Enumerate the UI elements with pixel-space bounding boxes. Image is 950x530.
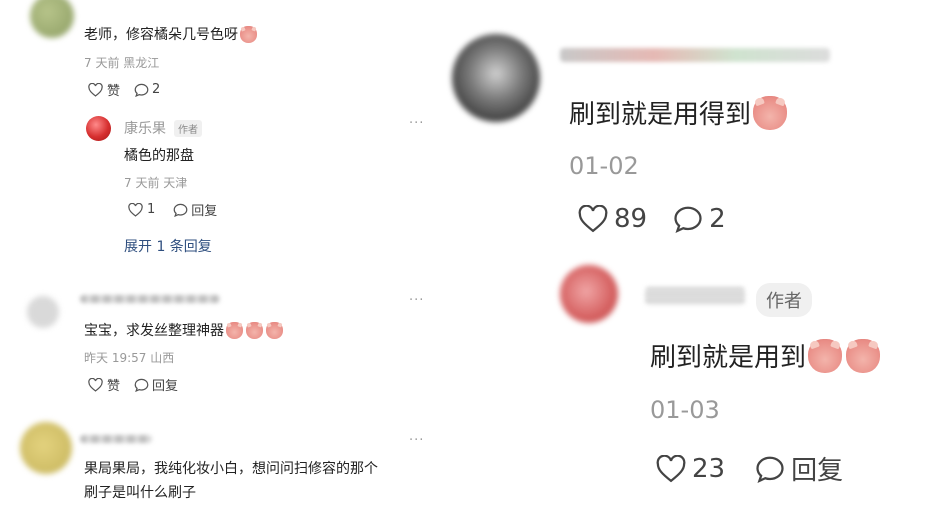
like-button[interactable]: 89 bbox=[578, 204, 647, 234]
like-button[interactable]: 赞 bbox=[88, 375, 120, 394]
zoomed-comment-2-text: 刷到就是用到 bbox=[650, 343, 807, 373]
avatar-blurred[interactable] bbox=[30, 0, 74, 38]
heart-outline-icon bbox=[88, 82, 103, 97]
like-button[interactable]: 赞 bbox=[88, 80, 120, 99]
like-count: 23 bbox=[692, 453, 726, 484]
author-avatar[interactable] bbox=[86, 116, 111, 141]
reply-button[interactable]: 回复 bbox=[173, 200, 217, 219]
reply-button[interactable]: 回复 bbox=[134, 375, 178, 394]
zoomed-comment-1-body: 刷到就是用得到 bbox=[569, 94, 788, 131]
pig-face-emoji-icon bbox=[753, 95, 788, 130]
reply-header: 康乐果 作者 bbox=[124, 118, 202, 138]
speech-bubble-icon bbox=[674, 206, 702, 233]
comment-3-text-line-1: 果局果局，我纯化妆小白，想问问扫修容的那个 bbox=[84, 461, 378, 477]
reply-meta: 7 天前 天津 bbox=[124, 176, 188, 190]
heart-outline-icon bbox=[88, 377, 103, 392]
comment-1-body: 老师，修容橘朵几号色呀 bbox=[84, 24, 257, 44]
author-avatar-blurred[interactable] bbox=[560, 265, 618, 323]
zoomed-comment-1-text: 刷到就是用得到 bbox=[569, 100, 752, 130]
expand-replies-link[interactable]: 展开 1 条回复 bbox=[124, 236, 212, 256]
comment-button[interactable]: 2 bbox=[134, 82, 160, 97]
speech-bubble-icon bbox=[173, 203, 188, 217]
speech-bubble-icon bbox=[756, 456, 784, 483]
comment-2-meta: 昨天 19:57 山西 bbox=[84, 351, 175, 365]
comment-2-body: 宝宝，求发丝整理神器 bbox=[84, 320, 283, 340]
speech-bubble-icon bbox=[134, 83, 149, 97]
heart-outline-icon bbox=[578, 205, 608, 233]
zoomed-comment-1-date: 01-02 bbox=[569, 152, 639, 180]
reply-label: 回复 bbox=[791, 456, 844, 486]
pig-face-emoji-icon bbox=[226, 321, 243, 339]
like-label: 赞 bbox=[107, 84, 121, 99]
zoomed-comment-2-date: 01-03 bbox=[650, 396, 720, 424]
like-count: 89 bbox=[614, 204, 648, 234]
zoomed-comment-2-body: 刷到就是用到 bbox=[650, 337, 881, 374]
reply-count: 2 bbox=[152, 82, 161, 97]
like-count: 1 bbox=[147, 202, 156, 217]
pig-face-emoji-icon bbox=[846, 338, 881, 373]
heart-outline-icon bbox=[128, 202, 143, 217]
username-blurred[interactable] bbox=[560, 48, 830, 62]
comment-1-actions: 赞 2 bbox=[88, 80, 160, 99]
heart-outline-icon bbox=[656, 454, 686, 482]
more-dots-icon[interactable]: ··· bbox=[409, 116, 424, 131]
avatar-blurred[interactable] bbox=[27, 296, 59, 328]
reply-text: 橘色的那盘 bbox=[124, 148, 194, 164]
pig-face-emoji-icon bbox=[808, 338, 843, 373]
pig-face-emoji-icon bbox=[246, 321, 263, 339]
zoomed-comment-2-actions: 23 回复 bbox=[656, 450, 843, 487]
reply-label: 回复 bbox=[152, 379, 179, 394]
reply-author-name[interactable]: 康乐果 bbox=[124, 118, 166, 138]
author-badge: 作者 bbox=[756, 283, 812, 317]
comment-button[interactable]: 2 bbox=[673, 204, 726, 234]
like-button[interactable]: 1 bbox=[128, 202, 155, 217]
pig-face-emoji-icon bbox=[266, 321, 283, 339]
reply-count: 2 bbox=[709, 204, 726, 234]
like-button[interactable]: 23 bbox=[656, 454, 725, 484]
zoomed-comment-1-actions: 89 2 bbox=[578, 204, 726, 234]
reply-actions: 1 回复 bbox=[128, 200, 217, 219]
more-dots-icon[interactable]: ··· bbox=[409, 433, 424, 448]
comment-1-meta: 7 天前 黑龙江 bbox=[84, 56, 160, 70]
avatar-blurred[interactable] bbox=[20, 422, 72, 474]
like-label: 赞 bbox=[107, 379, 121, 394]
username-blurred[interactable] bbox=[80, 435, 152, 443]
speech-bubble-icon bbox=[134, 378, 149, 392]
comment-1-text: 老师，修容橘朵几号色呀 bbox=[84, 27, 238, 43]
comment-2-text: 宝宝，求发丝整理神器 bbox=[84, 323, 224, 339]
more-dots-icon[interactable]: ··· bbox=[409, 293, 424, 308]
author-badge: 作者 bbox=[174, 119, 202, 137]
username-blurred[interactable] bbox=[80, 295, 220, 303]
avatar-blurred[interactable] bbox=[452, 34, 540, 122]
reply-button[interactable]: 回复 bbox=[755, 450, 843, 487]
pig-face-emoji-icon bbox=[240, 25, 257, 43]
username-blurred[interactable] bbox=[645, 287, 745, 305]
comment-2-actions: 赞 回复 bbox=[88, 375, 178, 394]
comment-3-text-line-2: 刷子是叫什么刷子 bbox=[84, 485, 196, 501]
reply-label: 回复 bbox=[191, 204, 218, 219]
